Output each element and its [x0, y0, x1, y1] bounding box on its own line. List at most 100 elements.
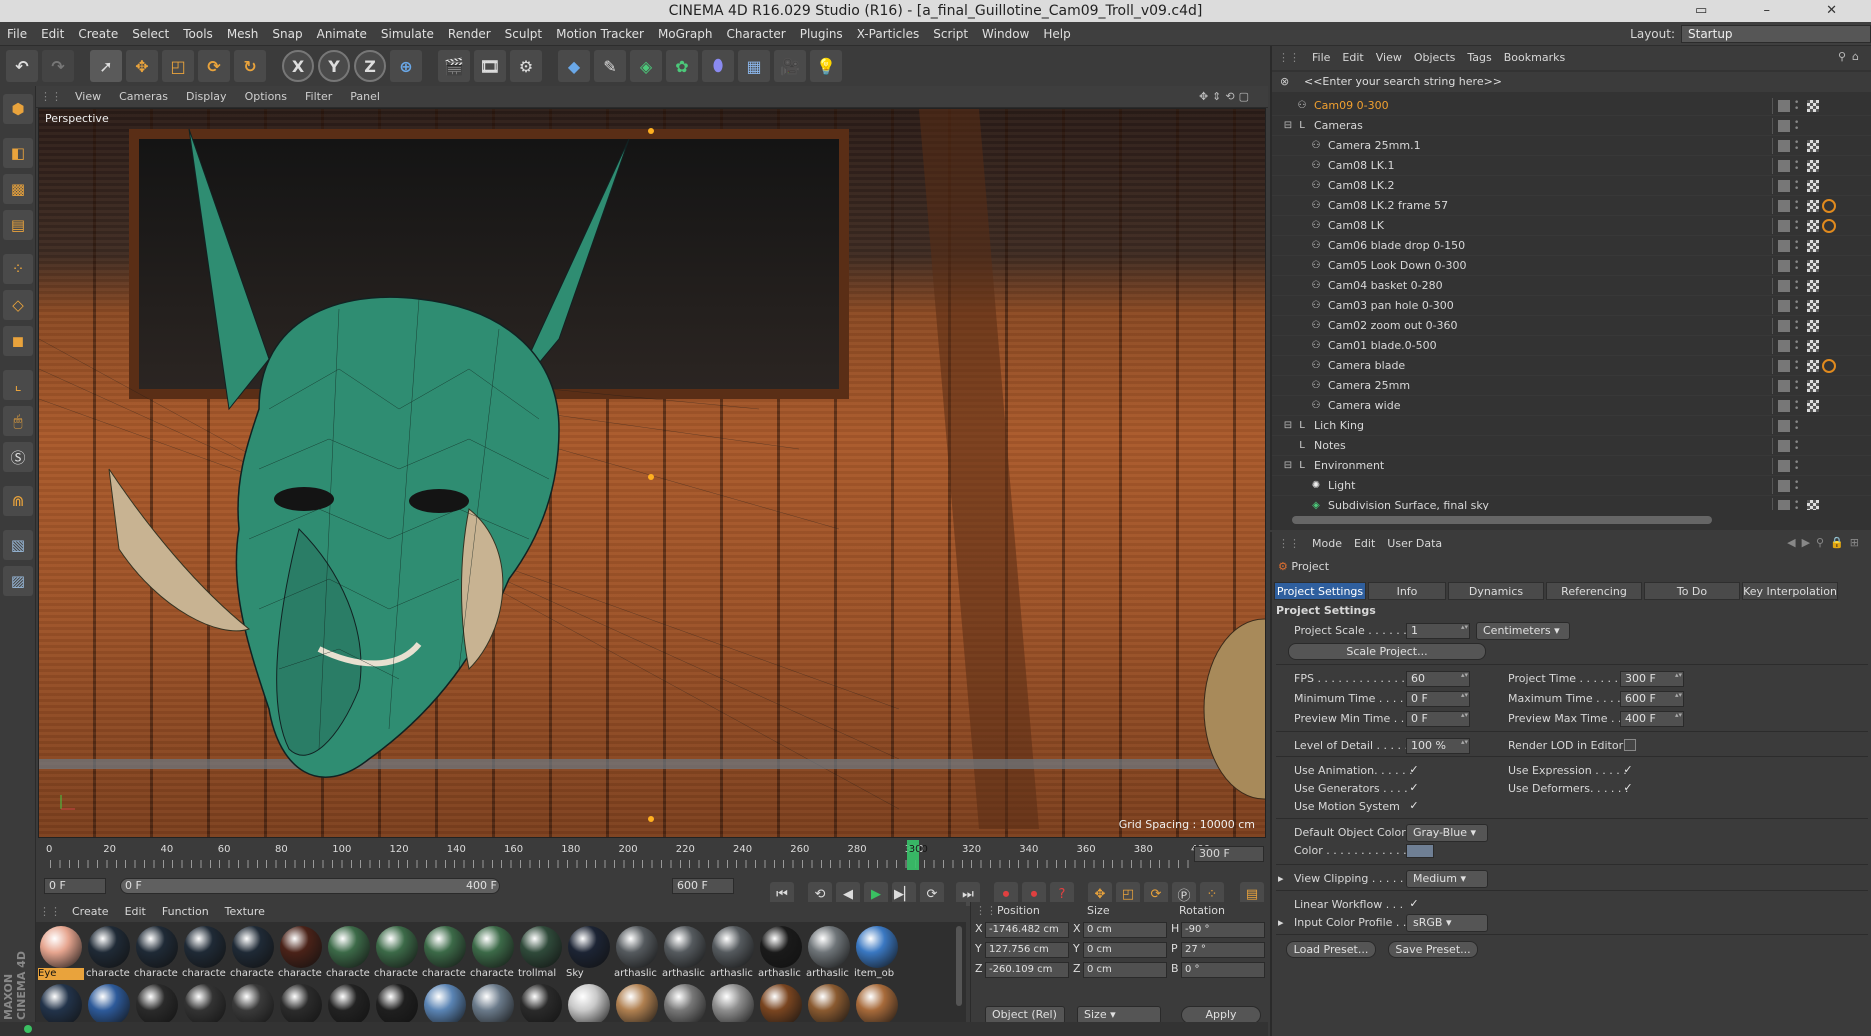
preview-max-time-field[interactable]: 400 F: [1620, 711, 1684, 727]
visibility-dots-icon[interactable]: • •: [1794, 139, 1802, 154]
position-field[interactable]: 127.756 cm: [985, 942, 1069, 958]
material-swatch[interactable]: characte: [422, 926, 468, 979]
material-menu-create[interactable]: Create: [64, 902, 117, 922]
render-picture-viewer-icon[interactable]: 🎞: [474, 50, 506, 82]
subdivision-surface-icon[interactable]: ◈: [630, 50, 662, 82]
render-settings-icon[interactable]: ⚙: [510, 50, 542, 82]
object-name[interactable]: Subdivision Surface, final sky: [1328, 496, 1489, 510]
object-row[interactable]: ⚇ Cam09 0-300 • •: [1272, 96, 1871, 116]
tag-icon[interactable]: [1807, 100, 1819, 112]
object-name[interactable]: Cam02 zoom out 0-360: [1328, 316, 1458, 336]
selection-handle-bottom[interactable]: [648, 816, 654, 822]
size-field[interactable]: 0 cm: [1083, 962, 1167, 978]
object-row[interactable]: ⚇ Cam01 blade.0-500 • •: [1272, 336, 1871, 356]
save-preset-button[interactable]: Save Preset...: [1388, 941, 1478, 958]
menu-snap[interactable]: Snap: [265, 22, 309, 46]
object-name[interactable]: Cam08 LK.1: [1328, 156, 1394, 176]
tag-icon[interactable]: [1807, 400, 1819, 412]
visibility-dots-icon[interactable]: • •: [1794, 279, 1802, 294]
layer-icon[interactable]: [1778, 160, 1790, 172]
object-row[interactable]: L Notes • •: [1272, 436, 1871, 456]
layer-icon[interactable]: [1778, 500, 1790, 510]
visibility-dots-icon[interactable]: • •: [1794, 359, 1802, 374]
object-name[interactable]: Cam01 blade.0-500: [1328, 336, 1437, 356]
size-field[interactable]: 0 cm: [1083, 922, 1167, 938]
object-row[interactable]: ⊟ L Lich King • •: [1272, 416, 1871, 436]
object-menu-objects[interactable]: Objects: [1408, 46, 1462, 70]
visibility-dots-icon[interactable]: • •: [1794, 99, 1802, 114]
tab-dynamics[interactable]: Dynamics: [1448, 582, 1544, 600]
object-name[interactable]: Cam04 basket 0-280: [1328, 276, 1443, 296]
layout-dropdown[interactable]: Startup: [1681, 25, 1871, 43]
material-swatch[interactable]: item_ob: [854, 926, 900, 979]
object-row[interactable]: ⊟ L Environment • •: [1272, 456, 1871, 476]
object-menu-bookmarks[interactable]: Bookmarks: [1498, 46, 1571, 70]
tag-icon[interactable]: [1807, 280, 1819, 292]
viewport-menu-display[interactable]: Display: [177, 86, 236, 108]
object-list-scrollbar[interactable]: [1292, 516, 1712, 524]
tag-icon[interactable]: [1807, 220, 1819, 232]
viewport-menu-view[interactable]: View: [66, 86, 110, 108]
material-swatch[interactable]: characte: [278, 926, 324, 979]
tag-icon[interactable]: [1807, 320, 1819, 332]
material-swatch[interactable]: characte: [230, 926, 276, 979]
object-row[interactable]: ⚇ Cam08 LK.2 frame 57 • •: [1272, 196, 1871, 216]
protection-tag-icon[interactable]: [1822, 359, 1836, 373]
minimum-time-field[interactable]: 0 F: [1406, 691, 1470, 707]
use-expression-checkbox[interactable]: ✓: [1622, 764, 1634, 776]
tag-icon[interactable]: [1807, 340, 1819, 352]
tab-project-settings[interactable]: Project Settings: [1274, 582, 1366, 600]
menu-mesh[interactable]: Mesh: [220, 22, 266, 46]
visibility-dots-icon[interactable]: • •: [1794, 259, 1802, 274]
object-row[interactable]: ⚇ Cam04 basket 0-280 • •: [1272, 276, 1871, 296]
scale-tool-icon[interactable]: ◰: [162, 50, 194, 82]
material-swatch[interactable]: arthaslic: [806, 926, 852, 979]
cube-primitive-icon[interactable]: ◆: [558, 50, 590, 82]
layer-icon[interactable]: [1778, 280, 1790, 292]
redo-icon[interactable]: ↷: [42, 50, 74, 82]
visibility-dots-icon[interactable]: • •: [1794, 319, 1802, 334]
object-row[interactable]: ⚇ Camera 25mm.1 • •: [1272, 136, 1871, 156]
clear-search-icon[interactable]: ⊗: [1280, 72, 1289, 92]
visibility-dots-icon[interactable]: • •: [1794, 439, 1802, 454]
use-deformers-checkbox[interactable]: ✓: [1622, 782, 1634, 794]
material-menu-edit[interactable]: Edit: [117, 902, 154, 922]
selection-handle-center[interactable]: [648, 474, 654, 480]
tag-icon[interactable]: [1807, 360, 1819, 372]
expand-collapse-icon[interactable]: ⊟: [1282, 120, 1294, 132]
layer-icon[interactable]: [1778, 140, 1790, 152]
visibility-dots-icon[interactable]: • •: [1794, 379, 1802, 394]
end-frame-field[interactable]: 600 F: [672, 878, 734, 894]
object-name[interactable]: Cam05 Look Down 0-300: [1328, 256, 1467, 276]
menu-select[interactable]: Select: [125, 22, 176, 46]
material-swatch[interactable]: arthaslic: [662, 926, 708, 979]
visibility-dots-icon[interactable]: • •: [1794, 499, 1802, 511]
object-row[interactable]: ⚇ Camera wide • •: [1272, 396, 1871, 416]
object-name[interactable]: Cameras: [1314, 116, 1363, 136]
rotation-field[interactable]: 0 °: [1181, 962, 1265, 978]
tag-icon[interactable]: [1807, 240, 1819, 252]
material-swatch[interactable]: Sky: [566, 926, 612, 979]
object-name[interactable]: Camera wide: [1328, 396, 1400, 416]
project-scale-field[interactable]: 1: [1406, 623, 1470, 639]
fps-field[interactable]: 60: [1406, 671, 1470, 687]
timeline-end-frame[interactable]: 300 F: [1194, 846, 1264, 862]
visibility-dots-icon[interactable]: • •: [1794, 399, 1802, 414]
object-name[interactable]: Cam08 LK.2: [1328, 176, 1394, 196]
view-clipping-expand-icon[interactable]: ▸: [1278, 872, 1284, 885]
edges-mode-icon[interactable]: ◇: [3, 290, 33, 320]
menu-x-particles[interactable]: X-Particles: [850, 22, 927, 46]
expand-collapse-icon[interactable]: ⊟: [1282, 460, 1294, 472]
timeline-playhead[interactable]: 300: [906, 840, 928, 870]
viewport-menu-cameras[interactable]: Cameras: [110, 86, 177, 108]
object-row[interactable]: ⚇ Camera 25mm • •: [1272, 376, 1871, 396]
scale-project-button[interactable]: Scale Project...: [1288, 643, 1486, 660]
material-swatch[interactable]: characte: [470, 926, 516, 979]
object-name[interactable]: Cam03 pan hole 0-300: [1328, 296, 1454, 316]
viewport-nav-icons[interactable]: ✥⇕⟲▢: [1190, 86, 1262, 108]
material-swatch[interactable]: arthaslic: [710, 926, 756, 979]
visibility-dots-icon[interactable]: • •: [1794, 459, 1802, 474]
viewport-menu-filter[interactable]: Filter: [296, 86, 341, 108]
model-mode-icon[interactable]: ◧: [3, 138, 33, 168]
points-mode-icon[interactable]: ⁘: [3, 254, 33, 284]
